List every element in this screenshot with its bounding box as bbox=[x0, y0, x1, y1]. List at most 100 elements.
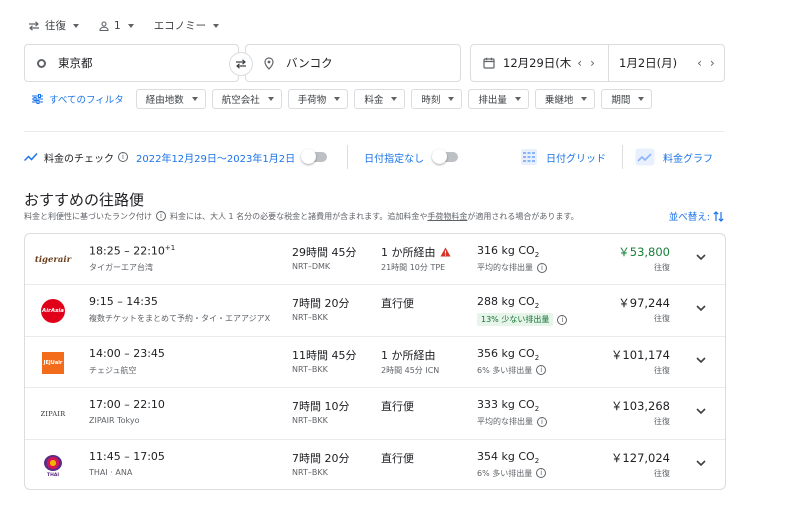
co2-value: 333 kg CO2 bbox=[477, 398, 540, 414]
filter-bar: すべてのフィルタ 経由地数 航空会社 手荷物 料金 時刻 排出量 乗継地 期間 bbox=[32, 89, 653, 109]
flight-stops: 直行便 bbox=[381, 295, 414, 311]
passenger-select[interactable]: 1 bbox=[99, 18, 134, 33]
trending-icon bbox=[24, 152, 38, 162]
expand-icon[interactable] bbox=[695, 354, 707, 366]
filter-connecting[interactable]: 乗継地 bbox=[534, 89, 596, 109]
flight-price: ￥101,174 bbox=[610, 347, 670, 362]
chevron-right-icon[interactable]: › bbox=[588, 56, 597, 70]
bag-fees-link[interactable]: 手荷物料金 bbox=[427, 211, 467, 222]
date-grid-button[interactable]: 日付グリッド bbox=[520, 148, 606, 166]
flight-stops: 1 か所経由 bbox=[381, 244, 451, 260]
all-filters-label: すべてのフィルタ bbox=[49, 95, 124, 106]
filter-bags[interactable]: 手荷物 bbox=[287, 89, 349, 109]
emission-text: 平均的な排出量 bbox=[477, 417, 533, 427]
logo-text: tigerair bbox=[34, 255, 72, 265]
price-type: 往復 bbox=[654, 314, 670, 324]
chip-label: 期間 bbox=[611, 95, 631, 106]
price-type: 往復 bbox=[654, 365, 670, 375]
price-graph-button[interactable]: 料金グラフ bbox=[635, 148, 713, 166]
cabin-select[interactable]: エコノミー bbox=[154, 18, 220, 33]
destination-input[interactable]: バンコク bbox=[245, 44, 461, 82]
filter-emissions[interactable]: 排出量 bbox=[468, 89, 529, 109]
thai-logo: THAI bbox=[39, 453, 67, 479]
chevron-down-icon bbox=[514, 97, 521, 101]
flight-route: NRT–DMK bbox=[292, 262, 331, 271]
origin-value: 東京都 bbox=[58, 56, 93, 70]
layover-detail: 2時間 45分 ICN bbox=[381, 365, 440, 375]
sort-button[interactable]: 並べ替え: bbox=[669, 209, 724, 223]
info-icon[interactable]: i bbox=[536, 468, 547, 479]
any-dates-toggle[interactable] bbox=[432, 149, 459, 164]
trip-type-label: 往復 bbox=[45, 20, 66, 32]
track-prices-label: 料金のチェック bbox=[44, 153, 114, 165]
filter-times[interactable]: 時刻 bbox=[411, 89, 463, 109]
co2-text: 316 kg CO bbox=[477, 244, 535, 257]
emission-note: 平均的な排出量 i bbox=[477, 262, 551, 273]
tune-icon bbox=[32, 94, 43, 104]
flight-row[interactable]: tigerair 18:25 – 22:10+1 タイガーエア台湾 29時間 4… bbox=[25, 234, 725, 286]
stops-text: 直行便 bbox=[381, 400, 414, 414]
flight-price: ￥127,024 bbox=[610, 450, 670, 465]
plus-day: +1 bbox=[164, 244, 176, 252]
flight-route: NRT–BKK bbox=[292, 416, 328, 426]
filter-airlines[interactable]: 航空会社 bbox=[211, 89, 282, 109]
date-range-input: 12月29日(木 ‹ › 1月2日(月) ‹ › bbox=[470, 44, 725, 82]
price-graph-label: 料金グラフ bbox=[663, 153, 713, 165]
co2-value: 356 kg CO2 bbox=[477, 346, 540, 362]
destination-value: バンコク bbox=[286, 56, 333, 70]
info-icon[interactable]: i bbox=[118, 152, 128, 162]
stops-text: 1 か所経由 bbox=[381, 246, 436, 259]
chevron-right-icon[interactable]: › bbox=[708, 56, 717, 70]
passenger-count: 1 bbox=[114, 19, 121, 32]
co2-text: 354 kg CO bbox=[477, 449, 535, 463]
zipair-logo: ZIPAIR bbox=[39, 401, 67, 427]
filter-stops[interactable]: 経由地数 bbox=[135, 89, 206, 109]
chevron-down-icon bbox=[191, 97, 198, 101]
emission-text: 平均的な排出量 bbox=[477, 263, 533, 272]
flight-row[interactable]: JEJUair 14:00 – 23:45 チェジュ航空 11時間 45分 NR… bbox=[25, 337, 725, 389]
flight-row[interactable]: THAI 11:45 – 17:05 THAI · ANA 7時間 20分 NR… bbox=[25, 440, 725, 489]
info-icon[interactable]: i bbox=[537, 416, 547, 427]
info-icon[interactable]: i bbox=[536, 365, 547, 376]
filter-duration[interactable]: 期間 bbox=[601, 89, 653, 109]
chip-label: 航空会社 bbox=[221, 95, 260, 106]
logo-text: ZIPAIR bbox=[40, 410, 66, 419]
flight-times: 14:00 – 23:45 bbox=[89, 347, 165, 360]
expand-icon[interactable] bbox=[695, 251, 707, 263]
airline-name: 複数チケットをまとめて予約・タイ・エアアジアX bbox=[89, 314, 271, 324]
origin-circle-icon bbox=[37, 58, 46, 68]
chevron-left-icon[interactable]: ‹ bbox=[691, 56, 708, 70]
trip-type-select[interactable]: 往復 bbox=[28, 18, 79, 33]
track-prices-toggle[interactable] bbox=[301, 149, 328, 164]
co2-text: 288 kg CO bbox=[477, 295, 535, 309]
expand-icon[interactable] bbox=[695, 457, 707, 469]
chip-label: 時刻 bbox=[421, 95, 441, 106]
chevron-down-icon bbox=[638, 97, 645, 101]
chevron-left-icon[interactable]: ‹ bbox=[571, 56, 588, 70]
all-filters-button[interactable]: すべてのフィルタ bbox=[32, 92, 124, 106]
flight-price: ￥53,800 bbox=[618, 245, 670, 259]
flight-times: 11:45 – 17:05 bbox=[89, 450, 165, 463]
chip-label: 料金 bbox=[364, 95, 384, 106]
logo-text: JEJUair bbox=[43, 359, 63, 366]
logo-text: AirAsia bbox=[42, 308, 64, 315]
results-heading: おすすめの往路便 bbox=[24, 191, 145, 209]
expand-icon[interactable] bbox=[695, 405, 707, 417]
return-date-field[interactable]: 1月2日(月) ‹ › bbox=[609, 45, 717, 81]
co2-value: 316 kg CO2 bbox=[477, 244, 540, 260]
origin-input[interactable]: 東京都 bbox=[24, 44, 239, 82]
divider bbox=[24, 131, 724, 132]
info-icon[interactable]: i bbox=[156, 211, 166, 221]
expand-icon[interactable] bbox=[695, 302, 707, 314]
calendar-icon bbox=[483, 57, 495, 69]
filter-price[interactable]: 料金 bbox=[354, 89, 406, 109]
flight-route: NRT–BKK bbox=[292, 313, 328, 323]
flight-times: 9:15 – 14:35 bbox=[89, 295, 158, 308]
flight-row[interactable]: AirAsia 9:15 – 14:35 複数チケットをまとめて予約・タイ・エア… bbox=[25, 285, 725, 337]
info-icon[interactable]: i bbox=[537, 262, 547, 273]
flight-row[interactable]: ZIPAIR 17:00 – 22:10 ZIPAIR Tokyo 7時間 10… bbox=[25, 388, 725, 440]
swap-locations-button[interactable] bbox=[229, 52, 253, 76]
chevron-down-icon bbox=[213, 23, 220, 28]
depart-date-field[interactable]: 12月29日(木 ‹ › bbox=[471, 45, 609, 81]
info-icon[interactable]: i bbox=[557, 314, 568, 325]
